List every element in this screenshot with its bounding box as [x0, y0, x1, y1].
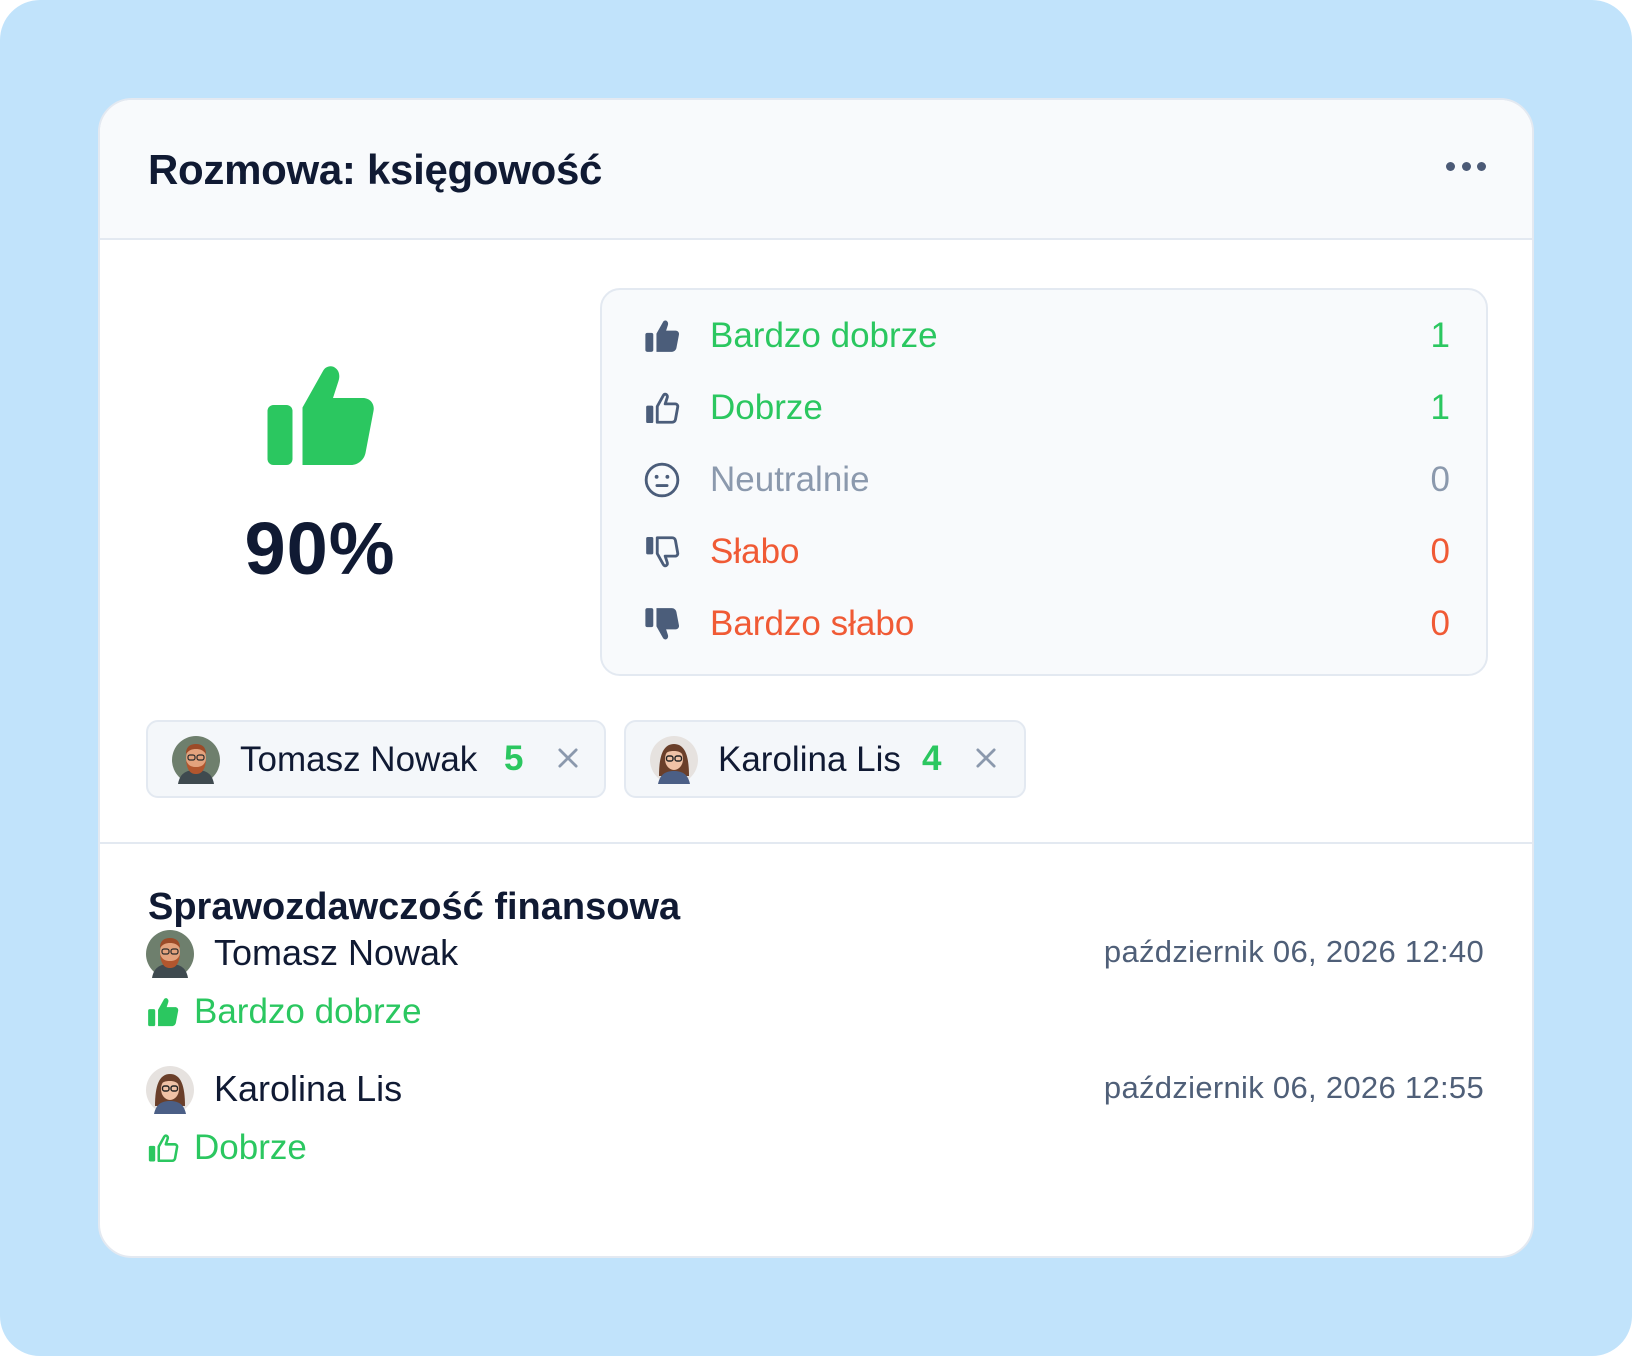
divider [100, 842, 1532, 844]
breakdown-row-very-poor: Bardzo słabo 0 [602, 594, 1486, 654]
breakdown-label: Dobrze [710, 388, 823, 427]
close-icon[interactable] [554, 744, 582, 772]
section-title: Sprawozdawczość finansowa [148, 886, 681, 928]
thumbs-up-outline-icon [146, 1131, 180, 1165]
review-timestamp: październik 06, 2026 12:40 [1103, 934, 1484, 969]
conversation-rating-card: Rozmowa: księgowość 90% Bardzo dobrze 1 [98, 98, 1534, 1258]
card-header: Rozmowa: księgowość [100, 100, 1532, 240]
participant-chip-tomasz[interactable]: Tomasz Nowak 5 [146, 720, 606, 798]
thumbs-up-outline-icon [642, 388, 682, 428]
review-timestamp: październik 06, 2026 12:55 [1103, 1070, 1484, 1105]
avatar [650, 736, 698, 784]
thumbs-down-filled-icon [642, 604, 682, 644]
breakdown-row-good: Dobrze 1 [602, 378, 1486, 438]
participant-name: Tomasz Nowak [240, 740, 478, 779]
neutral-face-icon [642, 460, 682, 500]
thumbs-up-filled-icon [146, 995, 180, 1029]
breakdown-count: 0 [1430, 460, 1450, 499]
rating-label: Dobrze [194, 1128, 307, 1167]
breakdown-row-poor: Słabo 0 [602, 522, 1486, 582]
avatar [172, 736, 220, 784]
breakdown-count: 0 [1430, 532, 1450, 571]
participant-score: 4 [922, 739, 942, 778]
breakdown-row-very-good: Bardzo dobrze 1 [602, 306, 1486, 366]
review-rating: Dobrze [146, 1128, 307, 1168]
background-frame: Rozmowa: księgowość 90% Bardzo dobrze 1 [0, 0, 1632, 1356]
avatar [146, 930, 194, 978]
breakdown-count: 1 [1430, 316, 1450, 355]
breakdown-label: Słabo [710, 532, 800, 571]
rating-label: Bardzo dobrze [194, 992, 422, 1031]
thumbs-down-outline-icon [642, 532, 682, 572]
thumbs-up-icon [267, 366, 374, 465]
review-rating: Bardzo dobrze [146, 992, 422, 1032]
breakdown-label: Bardzo słabo [710, 604, 915, 643]
breakdown-count: 1 [1430, 388, 1450, 427]
card-title: Rozmowa: księgowość [148, 146, 603, 193]
reviewer-name: Karolina Lis [214, 1068, 403, 1109]
participant-score: 5 [504, 739, 524, 778]
breakdown-row-neutral: Neutralnie 0 [602, 450, 1486, 510]
reviewer-name: Tomasz Nowak [214, 932, 459, 973]
breakdown-label: Bardzo dobrze [710, 316, 938, 355]
participant-chip-karolina[interactable]: Karolina Lis 4 [624, 720, 1026, 798]
score-value: 90% [244, 507, 396, 590]
breakdown-label: Neutralnie [710, 460, 870, 499]
breakdown-count: 0 [1430, 604, 1450, 643]
avatar [146, 1066, 194, 1114]
participant-name: Karolina Lis [718, 740, 901, 779]
more-options-icon[interactable] [1446, 158, 1486, 174]
thumbs-up-filled-icon [642, 316, 682, 356]
overall-score: 90% [220, 362, 420, 591]
rating-breakdown: Bardzo dobrze 1 Dobrze 1 Neutralnie 0 Sł… [600, 288, 1488, 676]
close-icon[interactable] [972, 744, 1000, 772]
